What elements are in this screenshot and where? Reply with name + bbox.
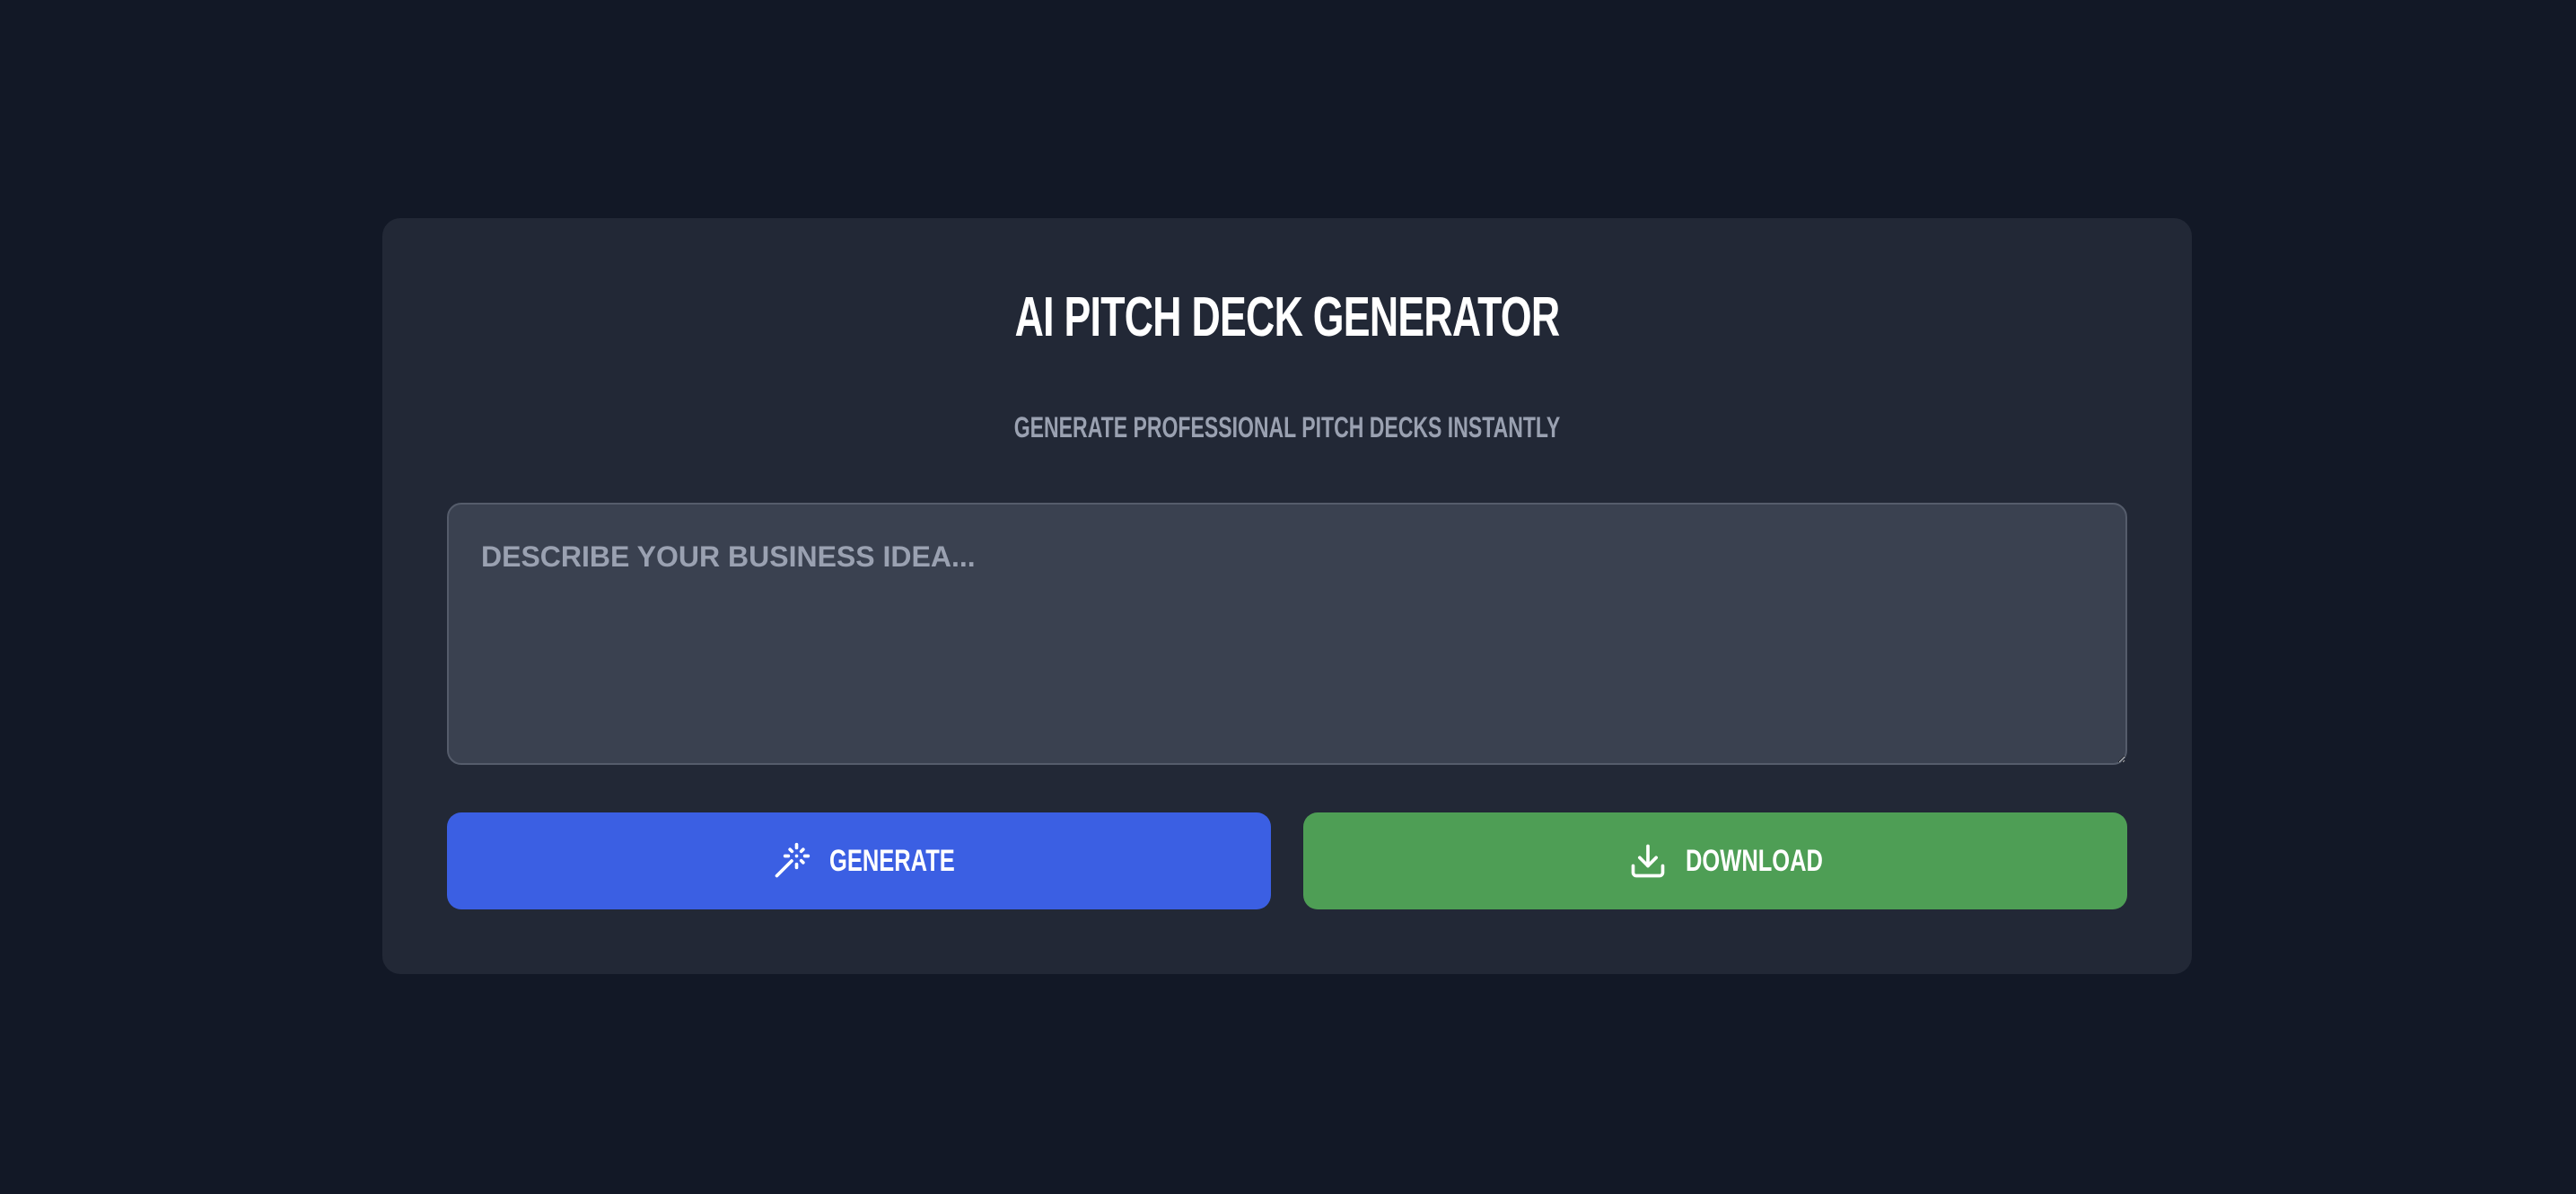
page-title: AI PITCH DECK GENERATOR (1014, 286, 1561, 348)
download-icon (1628, 841, 1668, 881)
generator-card: AI PITCH DECK GENERATOR GENERATE PROFESS… (382, 218, 2192, 974)
download-button-label: DOWNLOAD (1686, 843, 1823, 878)
download-button[interactable]: DOWNLOAD (1303, 812, 2127, 909)
generate-button[interactable]: GENERATE (447, 812, 1271, 909)
generate-button-label: GENERATE (829, 843, 955, 878)
page-subtitle: GENERATE PROFESSIONAL PITCH DECKS INSTAN… (1013, 411, 1561, 443)
business-idea-input[interactable] (447, 503, 2127, 765)
magic-wand-icon (772, 841, 811, 881)
